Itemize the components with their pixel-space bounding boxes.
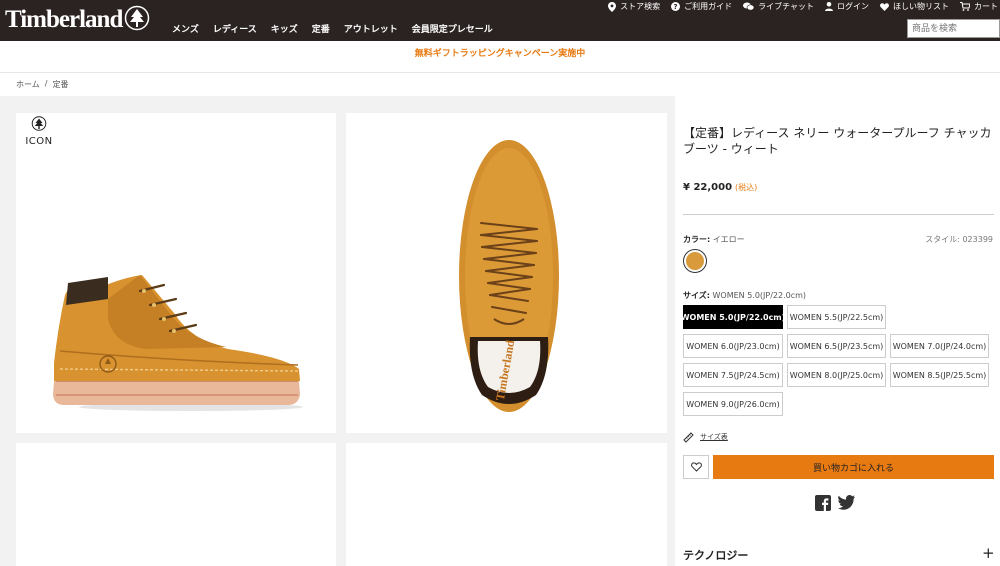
nav-outlet[interactable]: アウトレット [344, 22, 398, 35]
size-option[interactable]: WOMEN 5.0(JP/22.0cm) [681, 305, 785, 329]
location-pin-icon [608, 1, 617, 12]
live-chat-link[interactable]: ライブチャット [743, 1, 814, 12]
store-search-link[interactable]: ストア検索 [608, 1, 660, 12]
color-label: カラー: イエロー [683, 234, 745, 245]
ruler-icon [683, 432, 694, 443]
wishlist-link[interactable]: ほしい物リスト [880, 1, 949, 12]
main-nav: メンズ レディース キッズ 定番 アウトレット 会員限定プレセール [172, 22, 507, 35]
size-option[interactable]: WOMEN 8.5(JP/25.5cm) [890, 363, 989, 387]
guide-link[interactable]: ? ご利用ガイド [671, 1, 732, 12]
login-label: ログイン [837, 2, 869, 11]
tree-logo-icon [125, 5, 150, 31]
product-image-side[interactable]: ICON [16, 113, 336, 433]
expand-icon[interactable]: + [982, 546, 995, 561]
cart-icon [960, 2, 970, 11]
heart-outline-icon [690, 462, 702, 472]
nav-classics[interactable]: 定番 [312, 22, 330, 35]
tree-logo-icon [31, 116, 47, 131]
size-option[interactable]: WOMEN 5.5(JP/22.5cm) [787, 305, 886, 329]
guide-label: ご利用ガイド [684, 2, 733, 11]
style-number: スタイル: 023399 [925, 235, 993, 244]
breadcrumb-current[interactable]: 定番 [52, 79, 68, 90]
product-image-4[interactable] [346, 443, 667, 566]
boot-top-image: Timberland [459, 140, 559, 412]
login-link[interactable]: ログイン [825, 1, 869, 12]
search-input[interactable] [907, 19, 1000, 38]
size-option[interactable]: WOMEN 7.0(JP/24.0cm) [890, 334, 989, 358]
swatch-fill [686, 252, 704, 270]
promo-banner: 無料ギフトラッピングキャンペーン実施中 [0, 41, 1000, 73]
price-value: ¥ 22,000 [683, 182, 733, 193]
size-label-title: サイズ: [683, 291, 710, 300]
site-header: Timberland メンズ レディース キッズ 定番 アウトレット 会員限定プ… [0, 0, 1000, 41]
size-label: サイズ: WOMEN 5.0(JP/22.0cm) [683, 290, 806, 301]
cart-label: カート [974, 2, 998, 11]
breadcrumb-home[interactable]: ホーム [16, 79, 40, 90]
price-divider [683, 214, 994, 215]
facebook-icon[interactable] [815, 495, 831, 511]
breadcrumb-separator: / [44, 79, 48, 88]
color-label-title: カラー: [683, 235, 711, 244]
nav-mens[interactable]: メンズ [172, 22, 199, 35]
svg-text:?: ? [674, 3, 678, 11]
heart-icon [880, 2, 889, 11]
breadcrumb: ホーム / 定番 [16, 79, 68, 90]
size-option[interactable]: WOMEN 9.0(JP/26.0cm) [683, 392, 783, 416]
color-value: イエロー [712, 235, 745, 244]
icon-badge-text: ICON [25, 136, 53, 147]
icon-badge: ICON [22, 116, 56, 147]
technology-section-title[interactable]: テクノロジー [683, 547, 748, 563]
product-price: ¥ 22,000 (税込) [683, 182, 757, 193]
add-to-wishlist-button[interactable] [683, 455, 709, 479]
size-option[interactable]: WOMEN 7.5(JP/24.5cm) [683, 363, 783, 387]
size-option[interactable]: WOMEN 6.0(JP/23.0cm) [683, 334, 783, 358]
size-value: WOMEN 5.0(JP/22.0cm) [712, 291, 807, 300]
boot-side-image [53, 275, 303, 411]
chat-icon [743, 2, 755, 11]
nav-member-presale[interactable]: 会員限定プレセール [412, 22, 493, 35]
product-image-top[interactable]: Timberland [346, 113, 667, 433]
promo-text[interactable]: 無料ギフトラッピングキャンペーン実施中 [415, 46, 586, 59]
logo-text: Timberland [5, 6, 123, 33]
help-icon: ? [671, 2, 681, 11]
nav-ladies[interactable]: レディース [213, 22, 257, 35]
size-chart-label: サイズ表 [700, 433, 728, 441]
size-option[interactable]: WOMEN 6.5(JP/23.5cm) [787, 334, 886, 358]
social-share [815, 495, 855, 511]
store-search-label: ストア検索 [620, 2, 661, 11]
product-title: 【定番】レディース ネリー ウォータープルーフ チャッカブーツ - ウィート [683, 126, 992, 156]
timberland-logo[interactable]: Timberland [5, 5, 150, 34]
add-to-cart-button[interactable]: 買い物カゴに入れる [713, 455, 994, 479]
color-swatch-yellow[interactable] [683, 249, 707, 273]
product-image-3[interactable] [16, 443, 336, 566]
live-chat-label: ライブチャット [758, 2, 814, 11]
user-icon [825, 2, 833, 11]
cart-link[interactable]: カート [960, 1, 998, 12]
size-option[interactable]: WOMEN 8.0(JP/25.0cm) [787, 363, 886, 387]
wishlist-label: ほしい物リスト [893, 2, 949, 11]
nav-kids[interactable]: キッズ [271, 22, 298, 35]
tax-note: (税込) [735, 183, 758, 192]
twitter-icon[interactable] [838, 495, 855, 510]
utility-nav: ストア検索 ? ご利用ガイド ライブチャット ログイン ほしい物リスト カート [597, 1, 998, 12]
size-chart-link[interactable]: サイズ表 [683, 431, 728, 443]
